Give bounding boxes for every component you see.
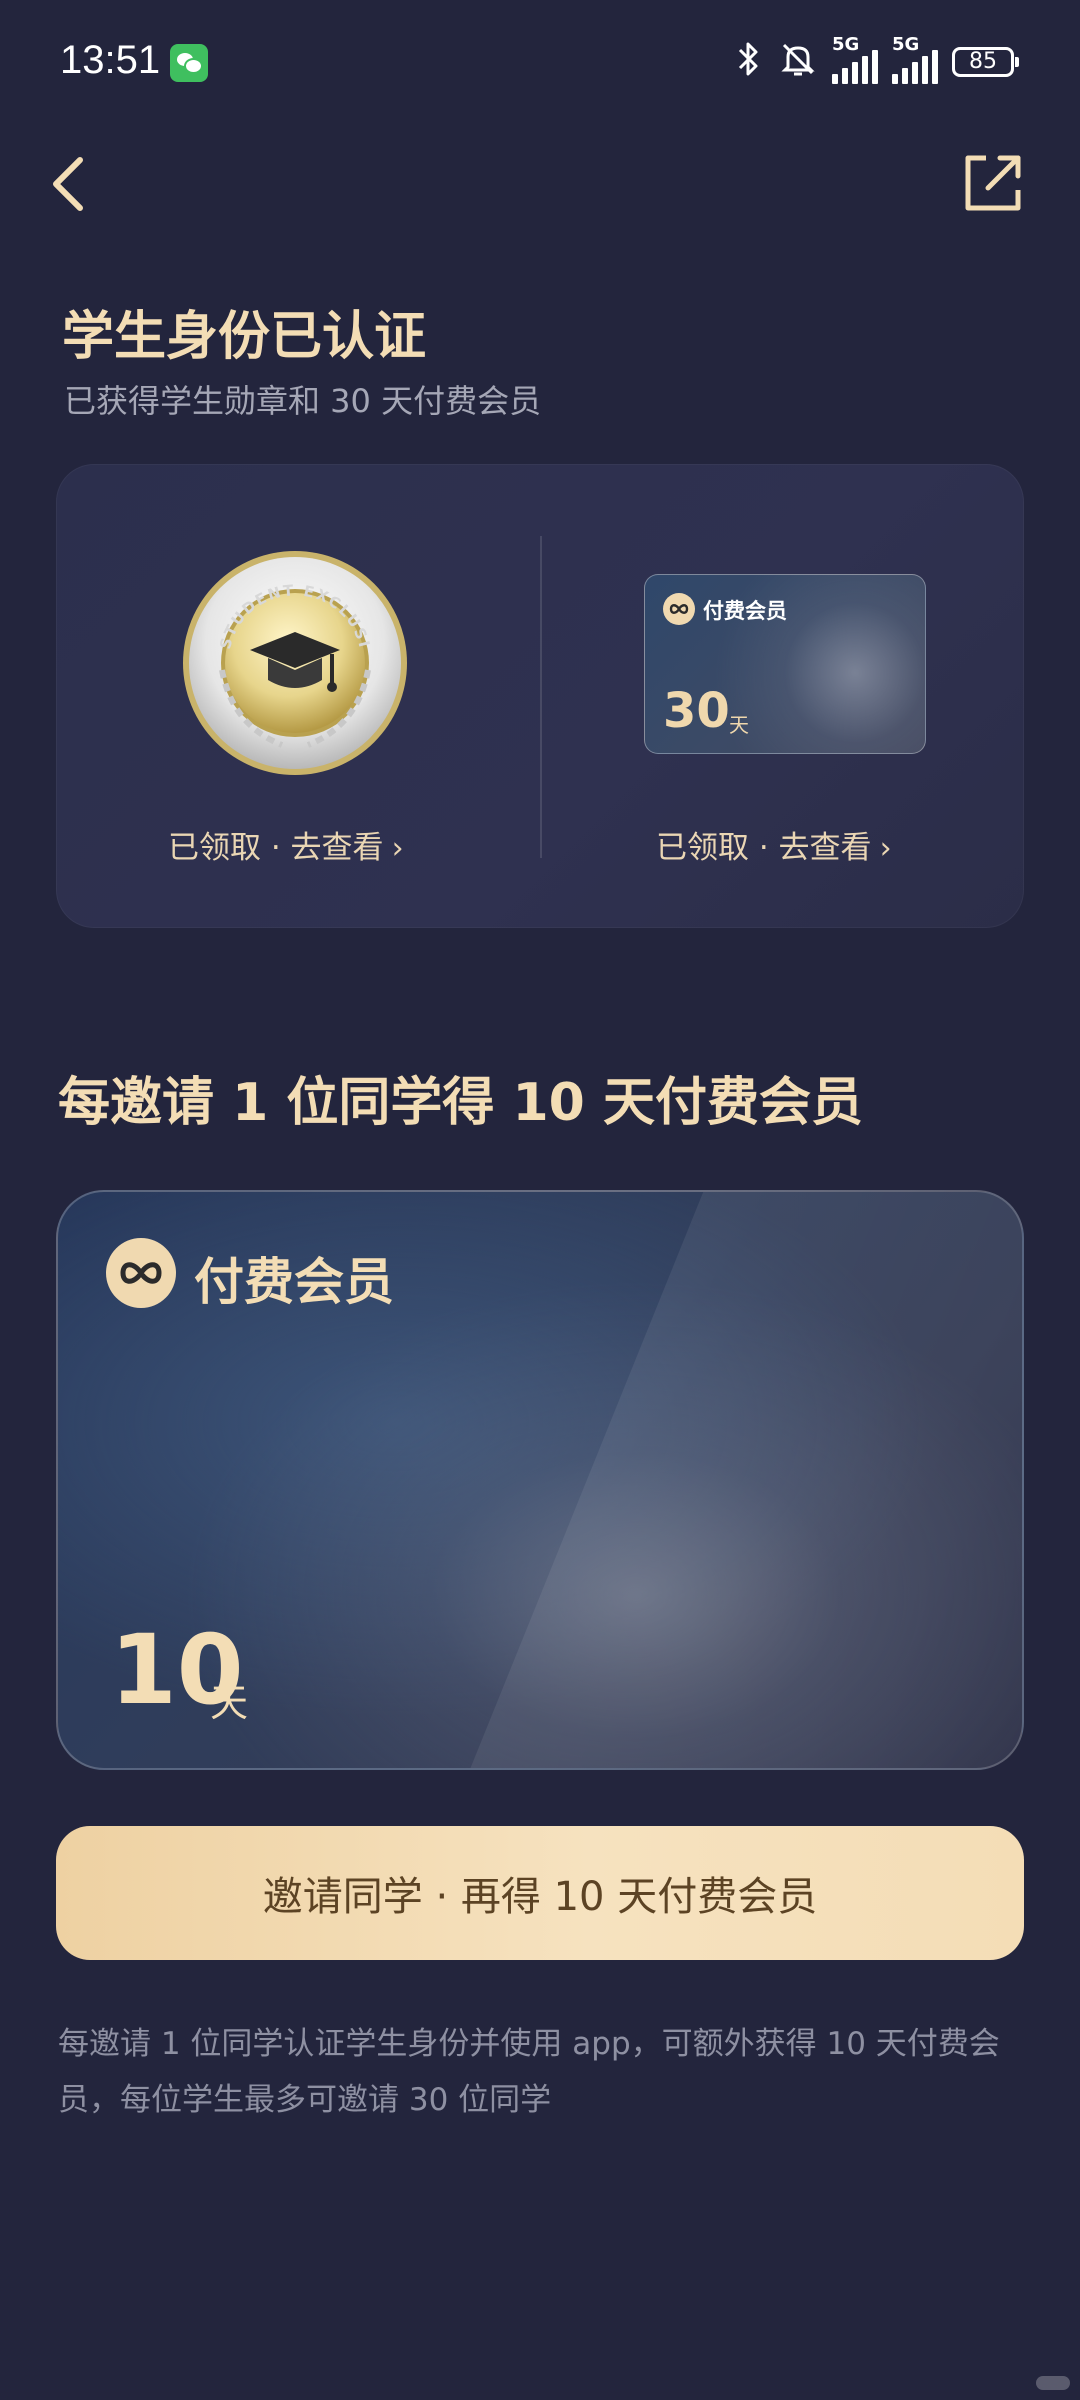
back-button[interactable] — [40, 144, 100, 224]
student-medal-icon[interactable]: STUDENT EXCLUSIVE — [182, 550, 408, 776]
membership-mini-card[interactable]: 付费会员 30 天 — [644, 574, 926, 754]
chevron-left-icon — [53, 157, 83, 211]
signal-2-icon: 5G — [892, 34, 938, 84]
medal-view-link[interactable]: 已领取 · 去查看 › — [168, 822, 404, 867]
page-title: 学生身份已认证 — [62, 307, 427, 367]
invite-heading: 每邀请 1 位同学得 10 天付费会员 — [58, 1073, 863, 1133]
signal-1-icon: 5G — [832, 34, 878, 84]
mini-card-days: 30 — [663, 683, 730, 739]
chevron-right-icon: › — [879, 831, 892, 866]
bluetooth-icon — [734, 39, 764, 85]
infinity-logo-icon — [663, 593, 695, 625]
mini-card-name: 付费会员 — [703, 599, 787, 623]
medal-link-label: 已领取 · 去查看 — [168, 830, 384, 866]
card-sheen — [436, 1192, 1022, 1768]
network-1-label: 5G — [832, 34, 860, 55]
invite-membership-card: 付费会员 10 天 — [56, 1190, 1024, 1770]
invite-button[interactable]: 邀请同学 · 再得 10 天付费会员 — [56, 1826, 1024, 1960]
wechat-notification-icon — [170, 44, 208, 82]
share-icon — [965, 155, 1021, 211]
battery-icon: 85 — [952, 47, 1019, 77]
invite-card-unit: 天 — [210, 1681, 249, 1725]
status-bar: 13:51 5G 5G 85 — [0, 0, 1080, 128]
share-button[interactable] — [960, 150, 1026, 216]
page-subtitle: 已获得学生勋章和 30 天付费会员 — [64, 382, 542, 420]
divider — [540, 536, 542, 858]
membership-view-link[interactable]: 已领取 · 去查看 › — [656, 822, 892, 867]
network-2-label: 5G — [892, 34, 920, 55]
invite-footnote: 每邀请 1 位同学认证学生身份并使用 app，可额外获得 10 天付费会员，每位… — [58, 2026, 1000, 2118]
home-indicator — [1036, 2376, 1070, 2390]
status-time: 13:51 — [60, 38, 161, 82]
status-icons: 5G 5G 85 — [734, 34, 1019, 86]
membership-link-label: 已领取 · 去查看 — [656, 830, 872, 866]
chevron-right-icon: › — [391, 831, 404, 866]
mini-card-unit: 天 — [729, 713, 749, 737]
mute-bell-icon — [778, 39, 818, 85]
invite-card-name: 付费会员 — [194, 1253, 394, 1311]
infinity-logo-icon — [106, 1238, 176, 1308]
rewards-card: STUDENT EXCLUSIVE 已领取 · 去查看› 付费会员 30 天 已… — [56, 464, 1024, 928]
